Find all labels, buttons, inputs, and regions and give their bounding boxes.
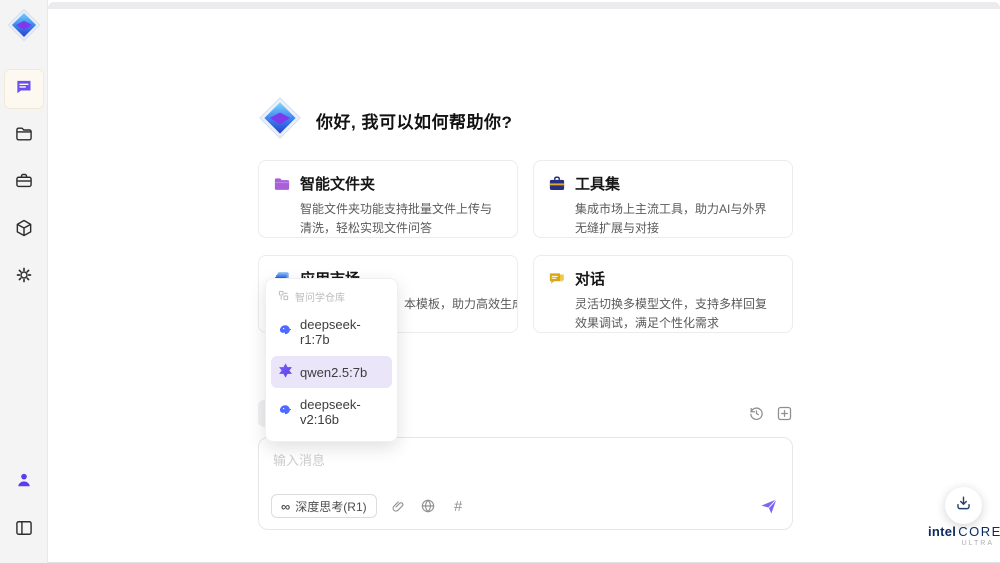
hash-icon[interactable]: #	[450, 498, 467, 515]
folder-icon	[14, 124, 34, 149]
briefcase-icon	[14, 171, 34, 196]
model-option-label: qwen2.5:7b	[300, 364, 368, 380]
repository-icon	[278, 290, 289, 304]
chat-row-actions	[747, 405, 793, 423]
card-conversation[interactable]: 对话 灵活切换多模型文件，支持多样回复效果调试，满足个性化需求	[533, 255, 793, 333]
sidebar-item-collapse-panel[interactable]	[5, 511, 43, 549]
sidebar-item-toolbox[interactable]	[5, 164, 43, 202]
model-dropdown: 智问学仓库 deepseek-r1:7b qwen2.5:7b deepseek…	[265, 278, 398, 442]
intel-tier-label: ultra	[961, 540, 994, 547]
greeting-title: 你好, 我可以如何帮助你?	[316, 113, 513, 132]
model-option-qwen[interactable]: qwen2.5:7b	[271, 356, 392, 388]
gear-icon	[14, 265, 34, 290]
model-option-deepseek-r1[interactable]: deepseek-r1:7b	[271, 310, 392, 354]
sidebar-item-chat[interactable]	[4, 70, 43, 108]
chat-input-box: ∞ 深度思考(R1) #	[258, 437, 793, 530]
deep-think-icon: ∞	[281, 498, 291, 514]
app-logo	[5, 6, 43, 44]
sidebar-item-settings[interactable]	[5, 258, 43, 296]
main-area: 你好, 我可以如何帮助你? 智能文件夹 智能文件夹功能支持批量文件上传与清洗，轻…	[48, 0, 1000, 563]
sidebar-footer	[5, 463, 43, 549]
deepseek-icon	[278, 403, 293, 421]
new-chat-icon[interactable]	[775, 405, 793, 423]
download-icon	[954, 494, 973, 518]
sidebar-item-folders[interactable]	[5, 117, 43, 155]
deep-think-label: 深度思考(R1)	[295, 499, 367, 514]
card-title: 智能文件夹	[300, 176, 376, 193]
toolset-icon	[548, 175, 566, 193]
card-title: 对话	[575, 271, 606, 288]
card-desc: 集成市场上主流工具，助力AI与外界无缝扩展与对接	[575, 202, 767, 235]
sidebar-item-account[interactable]	[5, 463, 43, 501]
web-globe-icon[interactable]	[420, 498, 437, 515]
model-option-deepseek-v2[interactable]: deepseek-v2:16b	[271, 390, 392, 434]
deep-think-toggle[interactable]: ∞ 深度思考(R1)	[271, 494, 377, 518]
user-icon	[14, 470, 34, 495]
core-wordmark: CORE	[958, 524, 1000, 539]
cube-icon	[14, 218, 34, 243]
card-toolset[interactable]: 工具集 集成市场上主流工具，助力AI与外界无缝扩展与对接	[533, 160, 793, 238]
model-option-label: deepseek-r1:7b	[300, 317, 361, 347]
card-desc: 智能文件夹功能支持批量文件上传与清洗，轻松实现文件问答	[300, 202, 493, 235]
card-desc: 灵活切换多模型文件，支持多样回复效果调试，满足个性化需求	[575, 297, 768, 330]
chat-input-toolbar: ∞ 深度思考(R1) #	[271, 493, 780, 519]
chat-bubble-icon	[13, 76, 34, 102]
deepseek-icon	[278, 323, 293, 341]
model-option-label: deepseek-v2:16b	[300, 397, 361, 427]
sidebar	[0, 0, 48, 563]
conversation-icon	[548, 270, 566, 288]
intel-core-badge: intel CORE ultra	[928, 524, 1000, 547]
sidebar-item-apps[interactable]	[5, 211, 43, 249]
card-title: 工具集	[575, 176, 621, 193]
smart-folder-icon	[273, 175, 291, 193]
sidebar-nav	[4, 70, 43, 296]
send-button[interactable]	[758, 495, 780, 517]
download-fab[interactable]	[945, 487, 982, 524]
qwen-icon	[278, 363, 293, 381]
window-top-strip	[48, 2, 1000, 9]
model-dropdown-header: 智问学仓库	[271, 284, 392, 308]
intel-wordmark: intel	[928, 524, 957, 539]
history-icon[interactable]	[747, 405, 765, 423]
greeting: 你好, 我可以如何帮助你?	[258, 96, 512, 145]
model-dropdown-header-label: 智问学仓库	[295, 293, 345, 304]
app-window: 你好, 我可以如何帮助你? 智能文件夹 智能文件夹功能支持批量文件上传与清洗，轻…	[0, 0, 1000, 563]
chat-input[interactable]	[259, 438, 792, 486]
greeting-logo-icon	[258, 96, 302, 145]
attachment-icon[interactable]	[390, 498, 407, 515]
panel-layout-icon	[14, 518, 34, 543]
card-smart-folder[interactable]: 智能文件夹 智能文件夹功能支持批量文件上传与清洗，轻松实现文件问答	[258, 160, 518, 238]
